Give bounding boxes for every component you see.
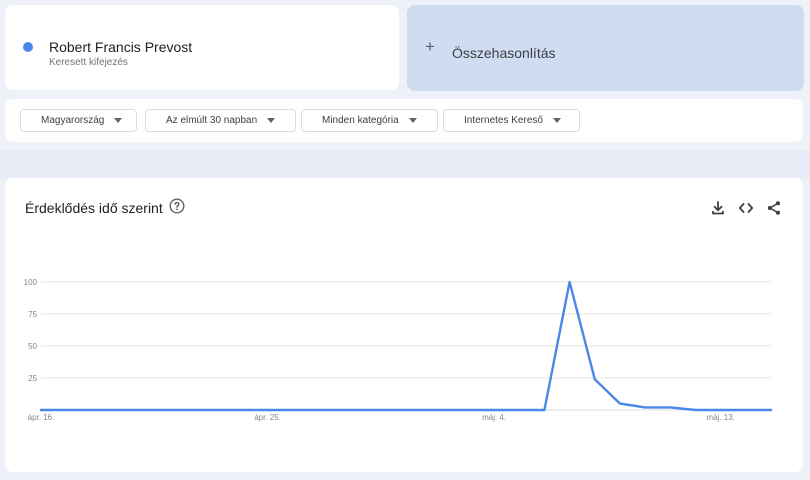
- filter-bar: Magyarország Az elmúlt 30 napban Minden …: [5, 99, 803, 142]
- search-term-name[interactable]: Robert Francis Prevost: [49, 39, 192, 55]
- region-dropdown[interactable]: Magyarország: [20, 109, 137, 132]
- x-tick-label: máj. 4.: [482, 413, 506, 422]
- search-type-dropdown-label: Internetes Kereső: [464, 115, 543, 126]
- x-tick-label: máj. 13.: [706, 413, 734, 422]
- chevron-down-icon: [552, 118, 561, 123]
- chevron-down-icon: [267, 118, 276, 123]
- compare-button[interactable]: + Összehasonlítás: [407, 5, 804, 91]
- term-color-dot: [23, 42, 33, 52]
- category-dropdown[interactable]: Minden kategória: [301, 109, 438, 132]
- time-range-dropdown[interactable]: Az elmúlt 30 napban: [145, 109, 296, 132]
- region-dropdown-label: Magyarország: [41, 115, 105, 126]
- y-tick-label: 25: [28, 374, 37, 383]
- section-divider: [0, 150, 810, 178]
- x-tick-label: ápr. 25.: [254, 413, 281, 422]
- interest-over-time-card: Érdeklődés idő szerint 25 50 75 100 ápr. 16.…: [5, 178, 803, 472]
- y-tick-label: 50: [28, 342, 37, 351]
- search-term-card[interactable]: Robert Francis Prevost Keresett kifejezé…: [5, 5, 399, 90]
- y-tick-label: 100: [24, 278, 38, 287]
- chevron-down-icon: [114, 118, 123, 123]
- compare-label: Összehasonlítás: [452, 45, 556, 61]
- plus-icon: +: [425, 37, 435, 56]
- chevron-down-icon: [408, 118, 417, 123]
- search-type-dropdown[interactable]: Internetes Kereső: [443, 109, 580, 132]
- y-tick-label: 75: [28, 310, 37, 319]
- time-range-dropdown-label: Az elmúlt 30 napban: [166, 115, 258, 126]
- x-tick-label: ápr. 16.: [28, 413, 55, 422]
- category-dropdown-label: Minden kategória: [322, 115, 399, 126]
- interest-line-chart: 25 50 75 100 ápr. 16. ápr. 25. máj. 4. máj. 13.: [24, 278, 773, 422]
- search-term-type: Keresett kifejezés: [49, 57, 128, 68]
